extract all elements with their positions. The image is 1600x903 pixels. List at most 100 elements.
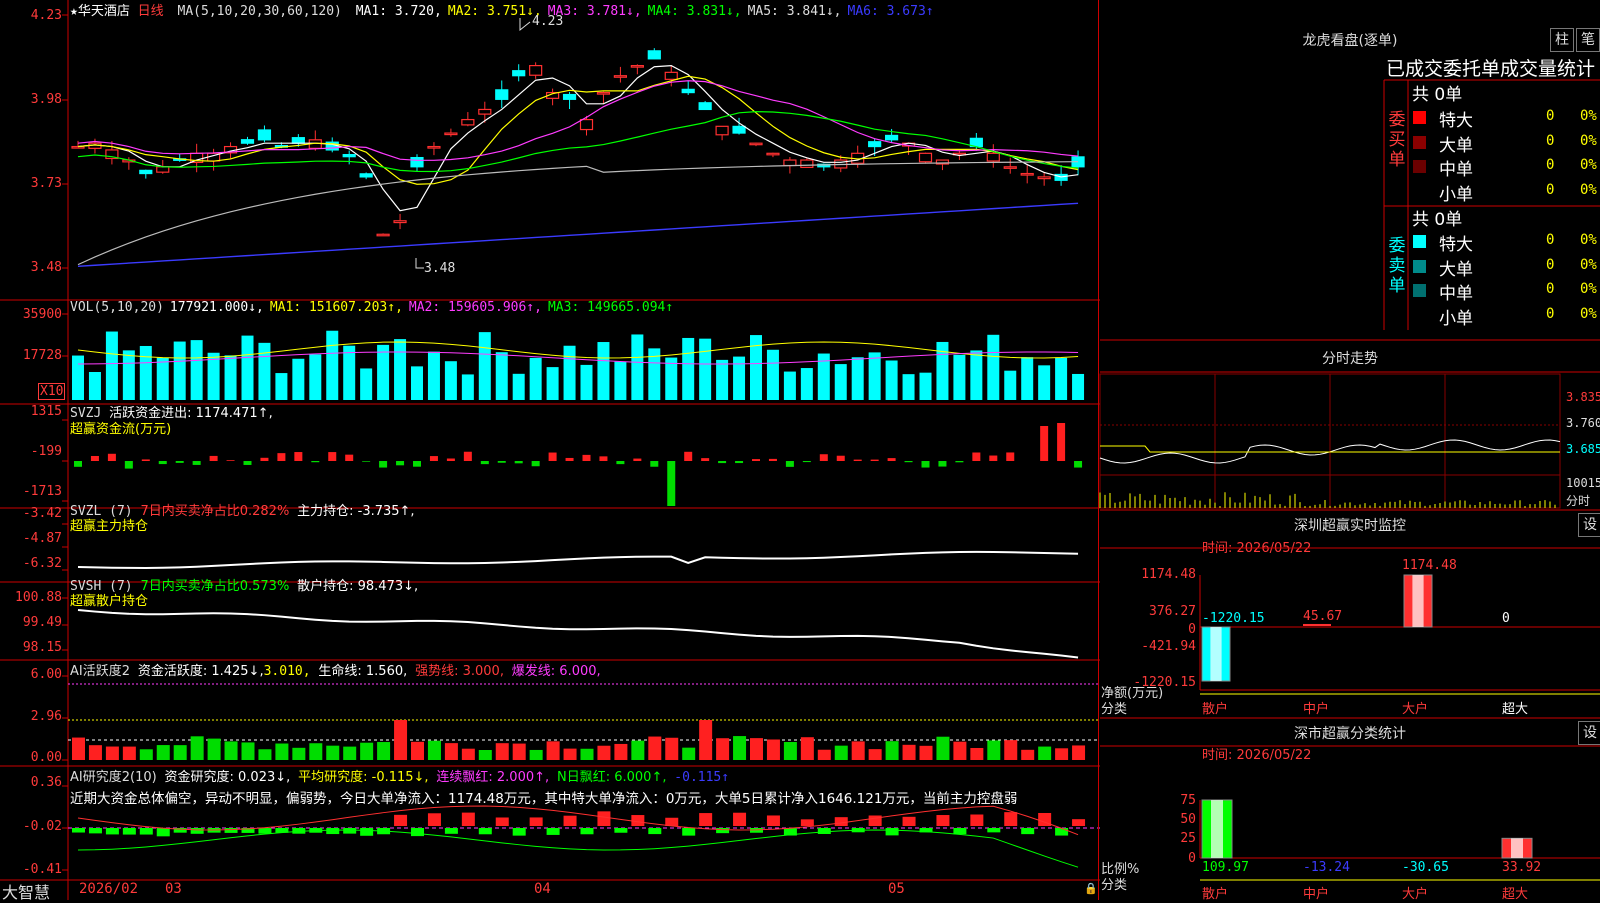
svzl-ratio: 7日内买卖净占比0.282% bbox=[140, 504, 289, 519]
activity-bar bbox=[377, 742, 390, 760]
fund-flow-bar bbox=[803, 461, 811, 462]
fund-flow-bar bbox=[820, 454, 828, 461]
monitor-bar bbox=[1210, 627, 1221, 681]
svzj-tick: 1315 bbox=[0, 404, 62, 419]
activity-bar bbox=[106, 747, 119, 760]
fund-flow-bar bbox=[955, 461, 963, 462]
ai2-header: AI研究度2(10) 资金研究度: 0.023↓, 平均研究度: -0.115↓… bbox=[70, 766, 729, 785]
favorite-star-icon[interactable]: ★ bbox=[70, 4, 78, 19]
intraday-avg-line bbox=[1100, 446, 1560, 452]
volume-bar bbox=[801, 368, 813, 400]
candle-body bbox=[699, 103, 711, 110]
vol-items-0: 177921.000↓, bbox=[170, 300, 264, 315]
date-tick: 2026/02 bbox=[79, 881, 138, 897]
candle-body bbox=[801, 160, 813, 167]
research-bar bbox=[394, 815, 407, 826]
research-bar bbox=[886, 828, 899, 835]
research-bar bbox=[767, 815, 780, 826]
bar-mode-button[interactable]: 柱 bbox=[1550, 28, 1574, 52]
sell-side-label: 委卖单 bbox=[1386, 236, 1408, 296]
volume-bar bbox=[326, 331, 338, 400]
sz-class-tick: 0 bbox=[1150, 851, 1196, 866]
fund-flow-bar bbox=[938, 461, 946, 467]
activity-bar bbox=[886, 741, 899, 760]
order-size-name: 中单 bbox=[1439, 279, 1473, 304]
ai1-label: AI活跃度2 bbox=[70, 664, 130, 679]
order-size-count: 0 bbox=[1546, 232, 1554, 248]
order-size-count: 0 bbox=[1546, 281, 1554, 297]
activity-bar bbox=[258, 749, 271, 760]
price-tick: 3.48 bbox=[0, 260, 62, 275]
sz-class-settings-button[interactable]: 设 bbox=[1578, 721, 1600, 745]
sz-class-tick: 75 bbox=[1150, 793, 1196, 808]
candle-body bbox=[665, 72, 677, 79]
volume-bar bbox=[479, 332, 491, 400]
fund-flow-bar bbox=[752, 459, 760, 461]
fund-flow-bar bbox=[142, 459, 150, 461]
activity-bar bbox=[767, 739, 780, 760]
order-size-percent: 0% bbox=[1580, 157, 1597, 173]
ma-values: MA1: 3.720,MA2: 3.751↓,MA3: 3.781↓,MA4: … bbox=[356, 4, 940, 19]
order-size-count: 0 bbox=[1546, 133, 1554, 149]
sz-class-bar-label: 33.92 bbox=[1502, 860, 1541, 875]
volume-bar bbox=[564, 346, 576, 400]
volume-bar bbox=[852, 357, 864, 400]
sz-monitor-settings-button[interactable]: 设 bbox=[1578, 513, 1600, 537]
volume-bar bbox=[835, 364, 847, 400]
sz-monitor-cat: 散户 bbox=[1202, 698, 1228, 717]
fund-flow-bar bbox=[583, 455, 591, 461]
volume-bar bbox=[682, 338, 694, 400]
period-label[interactable]: 日线 bbox=[138, 4, 164, 19]
brand-logo: 大智慧 bbox=[2, 879, 50, 903]
date-tick: 04 bbox=[534, 881, 551, 897]
date-tick: 05 bbox=[888, 881, 905, 897]
research-bar bbox=[1021, 828, 1034, 834]
research-bar bbox=[564, 816, 577, 826]
fund-flow-bar bbox=[396, 461, 404, 465]
order-size-percent: 0% bbox=[1580, 232, 1597, 248]
sz-class-title: 深市超赢分类统计 bbox=[1100, 723, 1600, 743]
research-bar bbox=[953, 828, 966, 834]
activity-bar bbox=[513, 744, 526, 760]
research-bar bbox=[89, 828, 102, 833]
ai1-header: AI活跃度2 资金活跃度: 1.425↓,3.010, 生命线: 1.560, … bbox=[70, 660, 601, 679]
volume-bar bbox=[886, 360, 898, 400]
volume-bar bbox=[496, 352, 508, 400]
activity-bar bbox=[1055, 748, 1068, 760]
tick-mode-button[interactable]: 笔 bbox=[1576, 28, 1600, 52]
buy-total: 共 0单 bbox=[1412, 80, 1462, 105]
ai1-lifeline: 生命线: 1.560, bbox=[318, 664, 407, 679]
order-size-swatch bbox=[1413, 284, 1426, 297]
kline-chart-canvas[interactable] bbox=[0, 0, 1100, 900]
sell-total: 共 0单 bbox=[1412, 205, 1462, 230]
candle-body bbox=[428, 147, 440, 149]
activity-bar bbox=[530, 750, 543, 760]
activity-bar bbox=[852, 741, 865, 760]
research-bar bbox=[682, 828, 695, 836]
svsh-title: 超赢散户持仓 bbox=[70, 590, 148, 609]
sz-class-bar-label: -30.65 bbox=[1402, 860, 1449, 875]
sz-monitor-tick: 1174.48 bbox=[1130, 567, 1196, 582]
research-bar bbox=[343, 828, 356, 834]
order-size-percent: 0% bbox=[1580, 182, 1597, 198]
order-size-percent: 0% bbox=[1580, 133, 1597, 149]
lock-icon[interactable]: 🔒 bbox=[1084, 882, 1098, 895]
activity-bar bbox=[1004, 740, 1017, 760]
sz-monitor-time: 时间: 2026/05/22 bbox=[1202, 537, 1311, 556]
price-tick: 4.23 bbox=[0, 8, 62, 23]
activity-bar bbox=[462, 749, 475, 760]
fund-flow-bar bbox=[498, 461, 506, 463]
candle-body bbox=[513, 71, 525, 76]
ma-label: MA(5,10,20,30,60,120) bbox=[178, 4, 342, 19]
candle-body bbox=[886, 135, 898, 139]
order-size-name: 小单 bbox=[1439, 304, 1473, 329]
fund-flow-bar bbox=[260, 458, 268, 461]
sz-monitor-title: 深圳超赢实时监控 bbox=[1100, 515, 1600, 535]
candle-body bbox=[394, 221, 406, 223]
svzj-tick: -1713 bbox=[0, 484, 62, 499]
candle-body bbox=[750, 143, 762, 145]
ai2-nday-red: N日飘红: 6.000↑, bbox=[557, 770, 666, 785]
fund-flow-bar bbox=[633, 459, 641, 461]
candle-body bbox=[682, 89, 694, 92]
activity-bar bbox=[343, 747, 356, 760]
